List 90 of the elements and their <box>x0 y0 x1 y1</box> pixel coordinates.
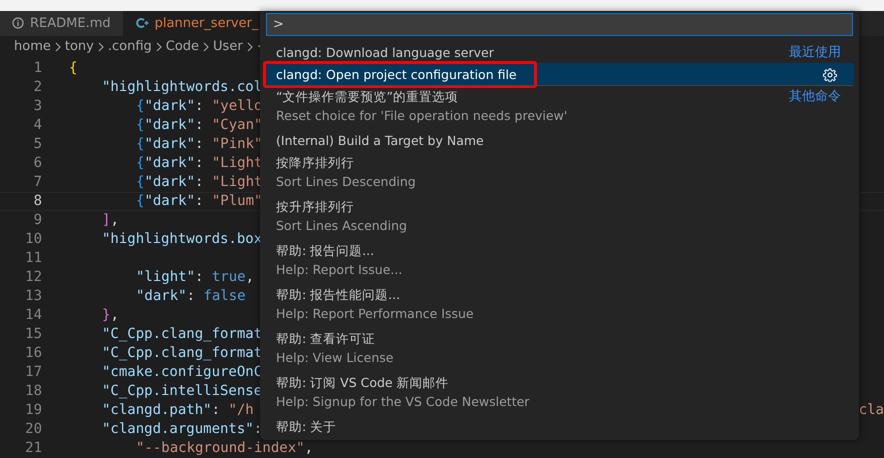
command-item[interactable]: clangd: Open project configuration file <box>265 63 854 85</box>
code-line: "highlightwords.box <box>102 230 262 249</box>
line-number: 8 <box>32 192 42 211</box>
code-line: "C_Cpp.clang_format <box>102 344 262 363</box>
code-line: "clangd.path": "/h <box>102 401 254 420</box>
line-number: 3 <box>32 97 42 116</box>
c-plus-plus-icon <box>136 17 149 30</box>
code-line: "--background-index", <box>136 439 314 458</box>
line-number: 15 <box>24 325 42 344</box>
command-label: (Internal) Build a Target by Name <box>276 132 485 150</box>
line-number: 5 <box>32 135 42 154</box>
command-description: Sort Lines Ascending <box>276 217 408 235</box>
chevron-right-icon <box>246 42 253 52</box>
code-line: "cmake.configureOnC <box>102 363 262 382</box>
line-number: 7 <box>32 173 42 192</box>
code-line: {"dark": "Light <box>136 154 262 173</box>
command-description: Help: Report Performance Issue <box>276 305 475 323</box>
command-label: 按降序排列行 <box>276 154 355 172</box>
command-item[interactable]: 按升序排列行 Sort Lines Ascending <box>265 195 854 239</box>
command-description: Help: Report Issue... <box>276 261 404 279</box>
settings-icon[interactable] <box>823 68 837 82</box>
command-item[interactable]: (Internal) Build a Target by Name <box>265 129 854 151</box>
code-line: {"dark": "Plum" <box>136 192 262 211</box>
line-number: 17 <box>24 363 42 382</box>
code-line: "clangd.arguments": <box>102 420 262 439</box>
tab-label: README.md <box>30 14 111 33</box>
command-item[interactable]: 帮助: 查看许可证 Help: View License <box>265 327 854 371</box>
line-number: 20 <box>24 420 42 439</box>
command-description: Sort Lines Descending <box>276 173 417 191</box>
command-label: 帮助: 关于 <box>276 418 338 436</box>
command-label: “文件操作需要预览”的重置选项 <box>276 88 459 106</box>
command-description: Reset choice for 'File operation needs preview' <box>276 107 568 125</box>
line-number: 13 <box>24 287 42 306</box>
command-label: 帮助: 报告性能问题... <box>276 286 402 304</box>
chevron-right-icon <box>203 42 210 52</box>
chevron-right-icon <box>156 42 162 52</box>
command-label: 帮助: 查看许可证 <box>276 330 376 348</box>
command-label: clangd: Open project configuration file <box>276 66 518 84</box>
info-icon <box>12 17 24 30</box>
command-item[interactable]: “文件操作需要预览”的重置选项 Reset choice for 'File operation needs preview' 其他命令 <box>265 85 854 129</box>
code-line: "highlightwords.col <box>102 78 262 97</box>
line-number: 12 <box>24 268 42 287</box>
line-number: 16 <box>24 344 42 363</box>
code-line: "light": true, <box>136 268 254 287</box>
editor-tab[interactable]: README.md <box>0 11 124 36</box>
line-number: 19 <box>24 401 42 420</box>
line-number: 6 <box>32 154 42 173</box>
chevron-right-icon <box>98 42 104 52</box>
command-item[interactable]: 帮助: 订阅 VS Code 新闻邮件 Help: Signup for the VS Code Newsletter <box>265 371 854 415</box>
command-label: 帮助: 订阅 VS Code 新闻邮件 <box>276 374 450 392</box>
command-input[interactable]: > <box>266 13 853 36</box>
group-label: 最近使用 <box>789 44 842 62</box>
command-description: Help: View License <box>276 349 394 367</box>
command-item[interactable]: 帮助: 报告性能问题... Help: Report Performance Issue <box>265 283 854 327</box>
breadcrumb-item[interactable]: User <box>213 37 243 57</box>
command-label: 按升序排列行 <box>276 198 355 216</box>
code-line: {"dark": "Cyan" <box>136 116 262 135</box>
line-number: 2 <box>32 78 42 97</box>
command-description: Help: Signup for the VS Code Newsletter <box>276 393 530 411</box>
breadcrumb-item[interactable]: .config <box>108 37 152 57</box>
breadcrumb-item[interactable]: tony <box>64 37 94 57</box>
command-label: clangd: Download language server <box>276 44 495 62</box>
breadcrumb-item[interactable]: Code <box>166 37 200 57</box>
line-number: 1 <box>32 59 42 78</box>
code-line: { <box>69 59 78 78</box>
code-line: "C_Cpp.clang_format <box>102 325 262 344</box>
command-label: 帮助: 报告问题... <box>276 242 376 260</box>
code-line: {"dark": "Pink" <box>136 135 262 154</box>
line-number: 18 <box>24 382 42 401</box>
code-line: "dark": false <box>136 287 246 306</box>
command-item[interactable]: clangd: Download language server 最近使用 <box>265 41 854 63</box>
code-line: ], <box>102 211 119 230</box>
breadcrumb-item[interactable]: home <box>14 37 51 57</box>
line-number: 21 <box>24 439 42 458</box>
command-item[interactable]: 帮助: 报告问题... Help: Report Issue... <box>265 239 854 283</box>
command-item[interactable]: 帮助: 关于 <box>265 415 854 437</box>
code-line: "C_Cpp.intelliSense <box>102 382 262 401</box>
code-line: }, <box>102 306 119 325</box>
line-number: 14 <box>24 306 42 325</box>
chevron-right-icon <box>54 42 61 52</box>
code-text: cla <box>858 401 884 420</box>
line-number: 9 <box>32 211 42 230</box>
command-item[interactable]: 按降序排列行 Sort Lines Descending <box>265 151 854 195</box>
tab-label: planner_server_ <box>154 14 258 33</box>
code-line: {"dark": "Light <box>136 173 262 192</box>
editor-tab[interactable]: planner_server_ <box>124 11 272 36</box>
line-number: 4 <box>32 116 42 135</box>
line-number: 10 <box>24 230 42 249</box>
group-label: 其他命令 <box>789 88 842 106</box>
line-number: 11 <box>24 249 42 268</box>
